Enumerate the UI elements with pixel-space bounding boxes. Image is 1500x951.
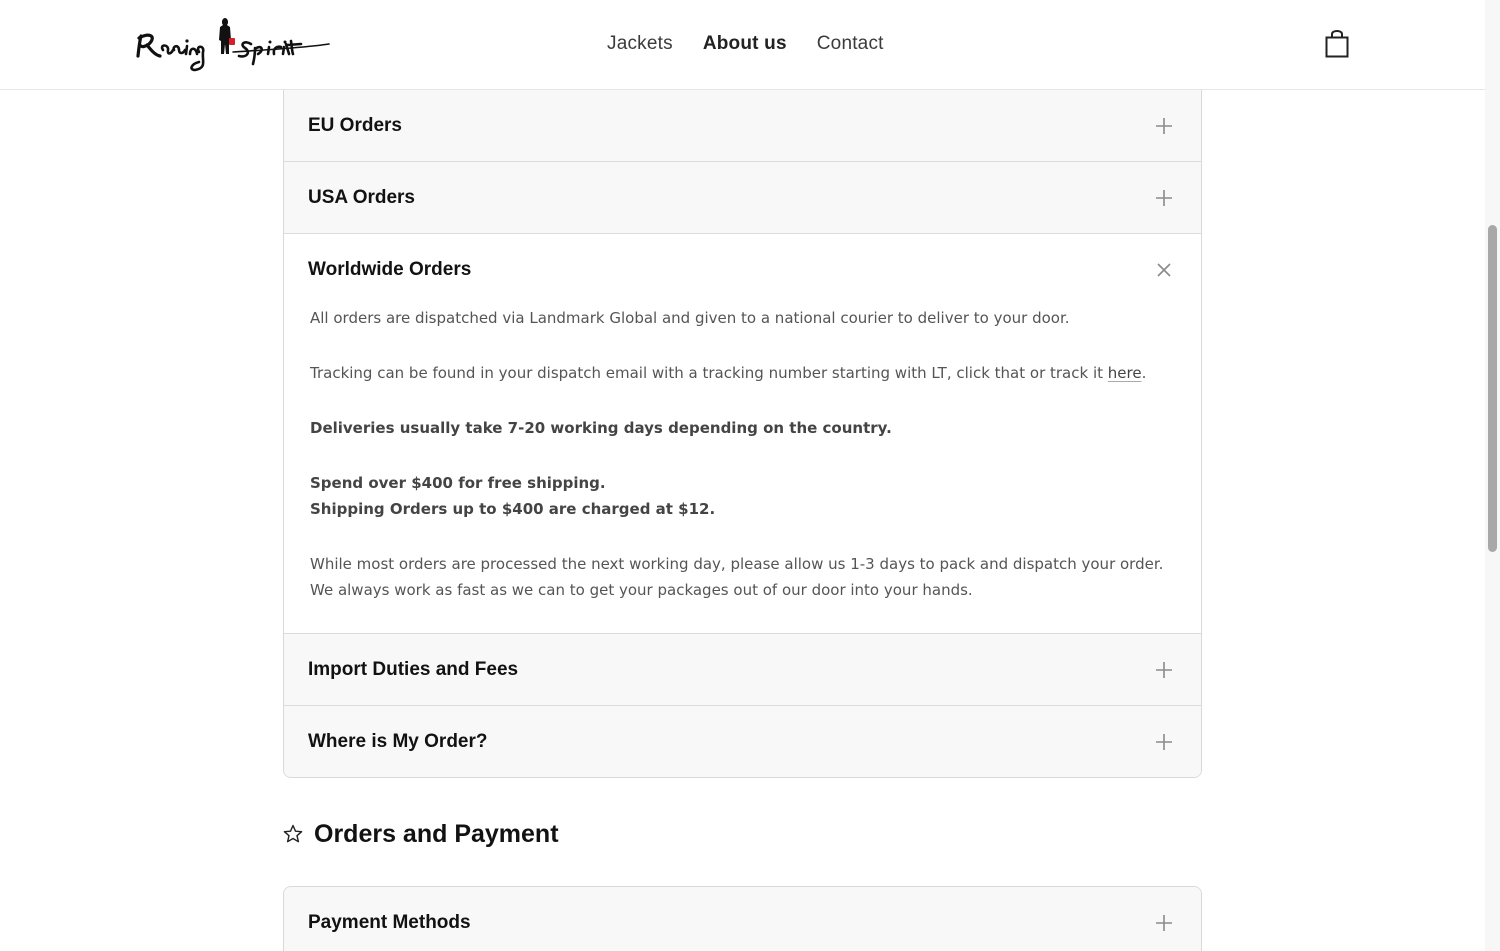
plus-icon[interactable] (1155, 733, 1173, 751)
answer-paragraph: Tracking can be found in your dispatch e… (310, 360, 1170, 386)
processing-note: While most orders are processed the next… (310, 551, 1170, 603)
close-icon[interactable] (1155, 261, 1173, 279)
nav-link-contact[interactable]: Contact (817, 33, 884, 55)
answer-text: While most orders are processed the next… (310, 555, 1164, 573)
faq-title: USA Orders (308, 187, 415, 208)
plus-icon[interactable] (1155, 661, 1173, 679)
shopping-bag-icon[interactable] (1322, 28, 1352, 60)
section-title: Orders and Payment (314, 819, 559, 848)
faq-title: EU Orders (308, 115, 402, 136)
plus-icon[interactable] (1155, 189, 1173, 207)
star-icon (283, 824, 303, 843)
plus-icon[interactable] (1155, 914, 1173, 932)
scrollbar-thumb[interactable] (1488, 225, 1497, 552)
orders-payment-accordion: Payment Methods (283, 886, 1202, 951)
faq-title: Where is My Order? (308, 731, 488, 752)
nav-link-about-us[interactable]: About us (703, 33, 787, 55)
shipping-cost-note: Spend over $400 for free shipping. Shippi… (310, 470, 1170, 522)
faq-item-worldwide-orders[interactable]: Worldwide Orders All orders are dispatch… (284, 234, 1201, 634)
delivery-time-note: Deliveries usually take 7-20 working day… (310, 419, 892, 437)
nav-link-jackets[interactable]: Jackets (607, 33, 673, 55)
faq-item-eu-orders[interactable]: EU Orders (284, 90, 1201, 162)
answer-text: Tracking can be found in your dispatch e… (310, 364, 1108, 382)
faq-answer: All orders are dispatched via Landmark G… (310, 305, 1170, 632)
faq-item-payment-methods[interactable]: Payment Methods (284, 887, 1201, 951)
faq-item-usa-orders[interactable]: USA Orders (284, 162, 1201, 234)
site-header: Jackets About us Contact (0, 0, 1485, 90)
answer-text: . (1141, 364, 1147, 382)
faq-title: Worldwide Orders (308, 259, 472, 280)
faq-item-import-duties[interactable]: Import Duties and Fees (284, 634, 1201, 706)
free-shipping-text: Spend over $400 for free shipping. (310, 474, 606, 492)
faq-title: Import Duties and Fees (308, 659, 519, 680)
brand-logo[interactable] (133, 14, 333, 76)
shipping-faq-accordion: EU Orders USA Orders Worldwide Orders Al… (283, 60, 1202, 778)
answer-paragraph: All orders are dispatched via Landmark G… (310, 309, 1070, 327)
orders-payment-heading: Orders and Payment (283, 816, 559, 852)
plus-icon[interactable] (1155, 117, 1173, 135)
main-nav: Jackets About us Contact (607, 33, 884, 55)
tracking-link[interactable]: here (1108, 364, 1142, 382)
answer-text: We always work as fast as we can to get … (310, 581, 973, 599)
faq-title: Payment Methods (308, 912, 471, 933)
faq-item-where-is-my-order[interactable]: Where is My Order? (284, 706, 1201, 777)
shipping-fee-text: Shipping Orders up to $400 are charged a… (310, 500, 716, 518)
